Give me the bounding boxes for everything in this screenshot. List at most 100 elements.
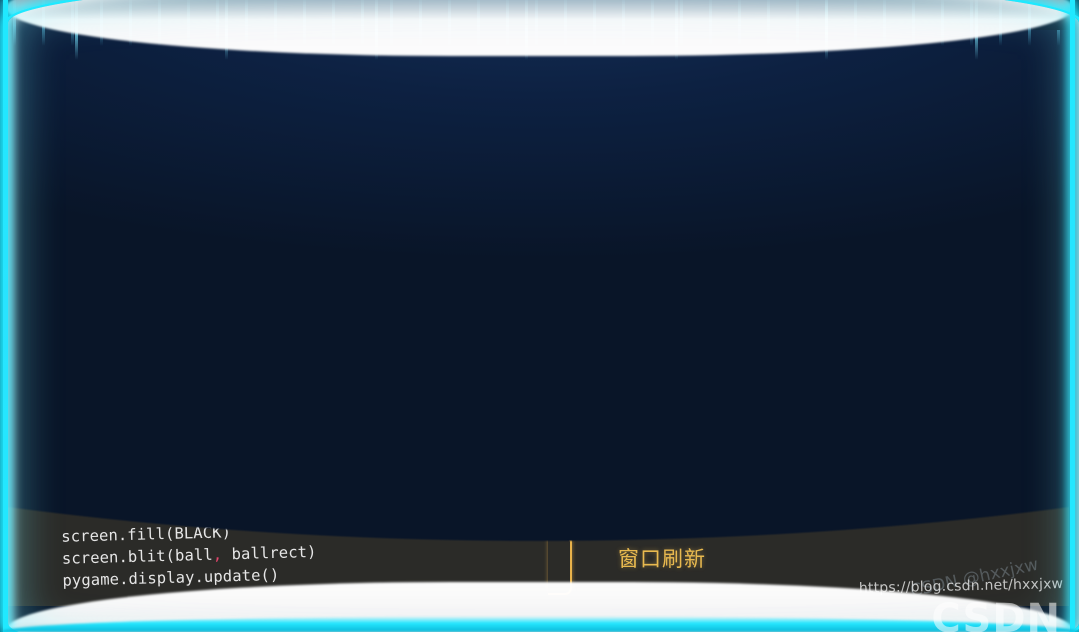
code-token: :	[347, 318, 358, 337]
code-token: =	[69, 147, 80, 166]
code-token: pygame	[67, 56, 134, 77]
code-token: height	[135, 121, 211, 142]
code-token: =	[210, 121, 221, 140]
code-token: ]	[286, 476, 297, 495]
code-token: ,	[133, 56, 144, 75]
code-token: speed[	[210, 476, 278, 497]
code-token: if	[59, 459, 79, 479]
code-token: screen.fill(BLACK)	[61, 522, 232, 546]
code-editor-panel: # Unit PYG02: Pygame Wall Ball Game vers…	[8, 20, 1069, 606]
watermark-ghost-logo: CSDN	[931, 596, 1061, 632]
code-token: ,	[107, 146, 118, 165]
code-token: in	[149, 323, 170, 343]
code-token: or	[256, 410, 276, 429]
code-token: while	[17, 304, 65, 324]
code-token: =	[59, 125, 70, 144]
bracket-initialization	[548, 147, 572, 313]
code-token: pygame.image.load(	[72, 232, 252, 256]
code-token: 1	[154, 479, 165, 499]
code-token: or	[247, 454, 268, 474]
bracket-event-handling	[548, 331, 572, 521]
label-imports: 引用	[618, 98, 662, 122]
code-token: 0	[349, 385, 360, 404]
label-event-handling: 事件处理	[618, 417, 706, 441]
code-token: import	[10, 58, 68, 79]
code-token: ballrect.move(speed[	[151, 385, 351, 410]
code-token: speed	[13, 147, 71, 168]
code-token: :	[502, 448, 513, 467]
code-token: BLACK	[13, 170, 71, 190]
code-token: width	[435, 404, 493, 424]
code-token: speed[	[96, 435, 154, 456]
code-token: ]	[126, 146, 137, 165]
code-token: pygame.event.get()	[168, 318, 349, 342]
code-token: ], speed[	[359, 383, 445, 404]
frame-edge-right	[1070, 0, 1075, 632]
code-block: # Unit PYG02: Pygame Wall Ball Game vers…	[10, 21, 585, 593]
frame-edge-left	[3, 0, 8, 632]
code-token: for	[55, 325, 85, 345]
code-token: 0	[152, 435, 163, 454]
code-token: event.type	[112, 344, 227, 366]
code-token: =	[70, 169, 81, 189]
code-token: sys	[142, 55, 172, 75]
code-token: 400	[276, 119, 306, 139]
code-token: ball	[15, 237, 64, 257]
code-token: screen.blit(ball	[61, 545, 213, 568]
code-token: ballrect	[16, 258, 102, 279]
code-token: :	[357, 340, 368, 359]
code-token: )	[376, 206, 386, 225]
code-token: >	[426, 450, 437, 469]
code-token: screen	[14, 192, 81, 213]
code-token: =	[142, 391, 153, 410]
presentation-slide: # Unit PYG02: Pygame Wall Ball Game vers…	[0, 0, 1079, 632]
code-token: ,	[125, 123, 136, 143]
code-token: :	[111, 302, 122, 321]
code-token: ,	[126, 168, 137, 187]
code-token: ]	[162, 434, 182, 454]
code-token: speed[	[97, 480, 155, 500]
code-token: 0	[89, 169, 100, 188]
code-token: =	[182, 479, 193, 498]
code-token: ]	[284, 431, 295, 451]
code-token: speed[	[209, 432, 277, 453]
code-token: -	[201, 478, 212, 497]
code-token: >	[425, 405, 436, 424]
code-token: :	[491, 403, 502, 423]
code-token: ballrect.right	[274, 405, 427, 429]
code-token: ballrect.bottom	[266, 450, 428, 473]
code-token: if	[93, 347, 114, 366]
code-token: width	[69, 124, 127, 144]
code-token: 1	[444, 382, 454, 402]
code-token: sys.exit()	[132, 366, 228, 388]
code-token: <	[218, 411, 229, 430]
code-token: 600	[229, 120, 259, 140]
code-token: pygame.init()	[11, 101, 135, 123]
code-token: ballrect)	[221, 542, 317, 564]
code-token: =	[62, 237, 73, 256]
code-token: -	[200, 434, 211, 453]
code-token: 0	[145, 167, 156, 187]
label-initialization: 初始化	[618, 209, 684, 233]
code-token: 0	[228, 455, 239, 474]
code-token: ]	[163, 479, 183, 498]
code-token: [	[79, 147, 99, 166]
slide-headline: 请浏览代码，找到开发框架	[608, 303, 998, 339]
code-token: ball.get_rect()	[110, 254, 262, 277]
code-token: "PYG02-ball.gif"	[251, 228, 403, 251]
code-token: ])	[453, 382, 473, 401]
code-token: ballrect	[57, 391, 143, 412]
code-token: pygame.QUIT	[244, 340, 359, 362]
bracket-imports	[548, 86, 572, 132]
code-token: "Pygame壁球"	[269, 206, 377, 228]
code-token: event	[83, 324, 151, 344]
code-token: True	[73, 302, 113, 322]
code-token: if	[58, 415, 78, 434]
code-token: ,	[257, 120, 268, 139]
code-token: size	[12, 125, 61, 146]
